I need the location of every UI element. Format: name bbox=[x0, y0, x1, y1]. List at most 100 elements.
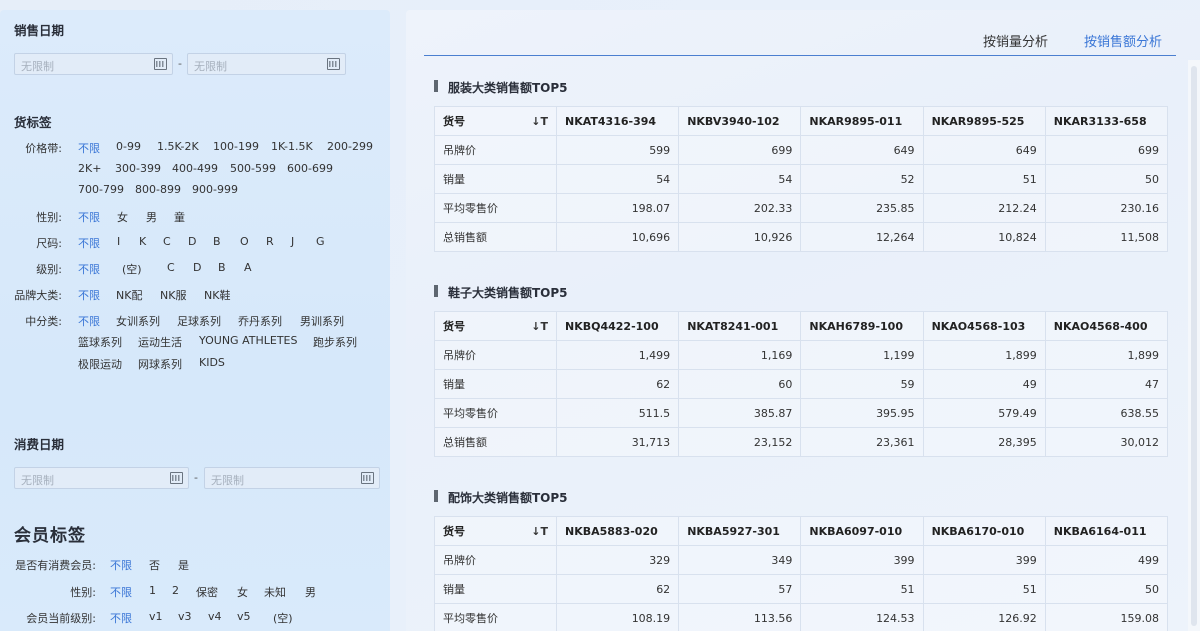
filter-option[interactable]: 300-399 bbox=[115, 162, 161, 175]
filter-option[interactable]: 童 bbox=[174, 209, 185, 225]
filter-option[interactable]: 是 bbox=[178, 557, 189, 573]
filter-option[interactable]: D bbox=[193, 261, 201, 274]
filter-option[interactable]: 不限 bbox=[110, 584, 132, 600]
filter-option[interactable]: 女训系列 bbox=[116, 313, 160, 329]
filter-option[interactable]: 1 bbox=[149, 584, 156, 597]
filter-option[interactable]: 500-599 bbox=[230, 162, 276, 175]
filter-option[interactable]: G bbox=[316, 235, 325, 248]
row-label: 吊牌价 bbox=[435, 341, 557, 370]
filter-option[interactable]: D bbox=[188, 235, 196, 248]
filter-option[interactable]: (空) bbox=[122, 261, 142, 277]
filter-option[interactable]: 女 bbox=[237, 584, 248, 600]
table-cell: 1,499 bbox=[557, 341, 679, 370]
table-cell: 50 bbox=[1045, 575, 1167, 604]
consume-date-end-input[interactable]: 无限制 bbox=[204, 467, 380, 489]
filter-row: 品牌大类:不限NK配NK服NK鞋 bbox=[0, 287, 390, 303]
filter-option[interactable]: C bbox=[167, 261, 175, 274]
tab-by-volume[interactable]: 按销量分析 bbox=[983, 31, 1048, 50]
filter-option[interactable]: YOUNG ATHLETES bbox=[199, 334, 297, 347]
sort-filter-icon[interactable]: ↓T bbox=[531, 525, 548, 538]
filter-option[interactable]: R bbox=[266, 235, 274, 248]
filter-label: 中分类: bbox=[14, 313, 62, 329]
table-row: 吊牌价329349399399499 bbox=[435, 546, 1168, 575]
calendar-icon[interactable] bbox=[170, 472, 183, 484]
filter-option[interactable]: KIDS bbox=[199, 356, 225, 369]
filter-option[interactable]: 0-99 bbox=[116, 140, 141, 153]
filter-option[interactable]: 不限 bbox=[78, 287, 100, 303]
filter-option[interactable]: B bbox=[218, 261, 226, 274]
filter-option[interactable]: 不限 bbox=[110, 610, 132, 626]
filter-option[interactable]: 100-199 bbox=[213, 140, 259, 153]
filter-option[interactable]: 未知 bbox=[264, 584, 286, 600]
filter-option[interactable]: 200-299 bbox=[327, 140, 373, 153]
filter-option[interactable]: 男 bbox=[305, 584, 316, 600]
filter-option[interactable]: 女 bbox=[117, 209, 128, 225]
calendar-icon[interactable] bbox=[361, 472, 374, 484]
filter-option[interactable]: 保密 bbox=[196, 584, 218, 600]
filter-option[interactable]: J bbox=[291, 235, 294, 248]
filter-option[interactable]: 否 bbox=[149, 557, 160, 573]
filter-option[interactable]: 1.5K-2K bbox=[157, 140, 199, 153]
filter-option[interactable]: 800-899 bbox=[135, 183, 181, 196]
filter-option[interactable]: 900-999 bbox=[192, 183, 238, 196]
filter-option[interactable]: v5 bbox=[237, 610, 251, 623]
filter-option[interactable]: NK配 bbox=[116, 287, 142, 303]
filter-option[interactable]: 2K+ bbox=[78, 162, 101, 175]
filter-option[interactable]: 运动生活 bbox=[138, 334, 182, 350]
table-cell: 108.19 bbox=[557, 604, 679, 631]
filter-option[interactable]: B bbox=[213, 235, 221, 248]
filter-option[interactable]: v3 bbox=[178, 610, 192, 623]
filter-option[interactable]: 男 bbox=[146, 209, 157, 225]
sort-filter-icon[interactable]: ↓T bbox=[531, 115, 548, 128]
filter-option[interactable]: 男训系列 bbox=[300, 313, 344, 329]
calendar-icon[interactable] bbox=[327, 58, 340, 70]
filter-option[interactable]: 不限 bbox=[78, 235, 100, 251]
filter-option[interactable]: 1K-1.5K bbox=[271, 140, 313, 153]
tab-by-revenue[interactable]: 按销售额分析 bbox=[1084, 31, 1162, 50]
filter-option[interactable]: NK服 bbox=[160, 287, 186, 303]
filter-option[interactable]: 不限 bbox=[78, 209, 100, 225]
filter-row: 篮球系列运动生活 YOUNG ATHLETES 跑步系列 bbox=[0, 334, 390, 350]
filter-label: 级别: bbox=[14, 261, 62, 277]
filter-option[interactable]: 400-499 bbox=[172, 162, 218, 175]
filter-option[interactable]: A bbox=[244, 261, 252, 274]
filter-row: 2K+ 300-399 400-499 500-599 600-699 bbox=[0, 162, 390, 178]
filter-option[interactable]: v1 bbox=[149, 610, 163, 623]
filter-option[interactable]: 600-699 bbox=[287, 162, 333, 175]
sales-date-start-input[interactable]: 无限制 bbox=[14, 53, 173, 75]
top5-table: 货号↓TNKBQ4422-100NKAT8241-001NKAH6789-100… bbox=[434, 311, 1168, 457]
filter-option[interactable]: I bbox=[117, 235, 120, 248]
filter-option[interactable]: 跑步系列 bbox=[313, 334, 357, 350]
filter-option[interactable]: 700-799 bbox=[78, 183, 124, 196]
filter-option[interactable]: 2 bbox=[172, 584, 179, 597]
filter-option[interactable]: 篮球系列 bbox=[78, 334, 122, 350]
table-cell: 52 bbox=[801, 165, 923, 194]
filter-option[interactable]: 不限 bbox=[78, 313, 100, 329]
filter-option[interactable]: 不限 bbox=[78, 261, 100, 277]
table-cell: 599 bbox=[557, 136, 679, 165]
scrollbar-thumb[interactable] bbox=[1191, 66, 1197, 626]
table-cell: 10,696 bbox=[557, 223, 679, 252]
filter-option[interactable]: (空) bbox=[273, 610, 293, 626]
filter-option[interactable]: 不限 bbox=[78, 140, 100, 156]
row-label: 吊牌价 bbox=[435, 136, 557, 165]
table-cell: 57 bbox=[679, 575, 801, 604]
table-cell: 54 bbox=[679, 165, 801, 194]
filter-option[interactable]: C bbox=[163, 235, 171, 248]
filter-option[interactable]: NK鞋 bbox=[204, 287, 230, 303]
sort-filter-icon[interactable]: ↓T bbox=[531, 320, 548, 333]
sales-date-end-input[interactable]: 无限制 bbox=[187, 53, 346, 75]
filter-option[interactable]: v4 bbox=[208, 610, 222, 623]
calendar-icon[interactable] bbox=[154, 58, 167, 70]
tab-underline bbox=[424, 55, 1176, 56]
filter-option[interactable]: 网球系列 bbox=[138, 356, 182, 372]
table-cell: 385.87 bbox=[679, 399, 801, 428]
filter-option[interactable]: O bbox=[240, 235, 249, 248]
filter-option[interactable]: 乔丹系列 bbox=[238, 313, 282, 329]
filter-option[interactable]: K bbox=[139, 235, 146, 248]
filter-option[interactable]: 足球系列 bbox=[177, 313, 221, 329]
filter-option[interactable]: 不限 bbox=[110, 557, 132, 573]
filter-option[interactable]: 极限运动 bbox=[78, 356, 122, 372]
table-cell: 579.49 bbox=[923, 399, 1045, 428]
consume-date-start-input[interactable]: 无限制 bbox=[14, 467, 189, 489]
